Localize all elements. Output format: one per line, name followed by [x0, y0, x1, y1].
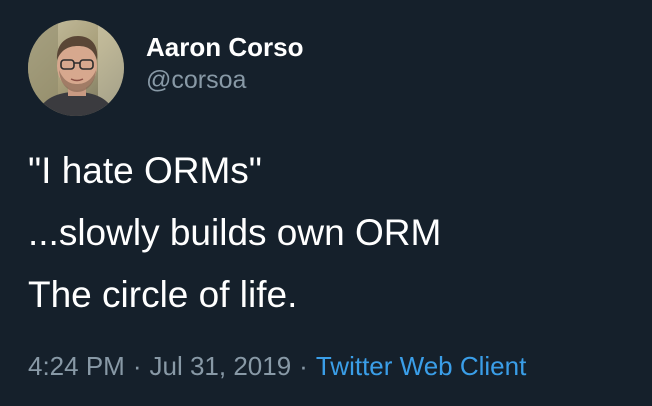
meta-separator: · — [132, 351, 142, 381]
tweet-time[interactable]: 4:24 PM — [28, 351, 125, 381]
avatar[interactable] — [28, 20, 124, 116]
tweet-text: "I hate ORMs" ...slowly builds own ORM T… — [28, 140, 628, 326]
user-avatar-icon — [28, 20, 124, 116]
tweet-text-line: "I hate ORMs" — [28, 150, 262, 191]
tweet-meta: 4:24 PM · Jul 31, 2019 · Twitter Web Client — [28, 346, 526, 386]
tweet-client-link[interactable]: Twitter Web Client — [316, 351, 526, 381]
tweet-header: Aaron Corso @corsoa — [28, 20, 303, 116]
meta-separator: · — [299, 351, 308, 381]
tweet-text-line: ...slowly builds own ORM — [28, 212, 442, 253]
author-handle[interactable]: @corsoa — [146, 63, 303, 97]
tweet-text-line: The circle of life. — [28, 274, 298, 315]
tweet-card: Aaron Corso @corsoa "I hate ORMs" ...slo… — [0, 0, 652, 406]
author-display-name[interactable]: Aaron Corso — [146, 31, 303, 63]
tweet-date[interactable]: Jul 31, 2019 — [150, 351, 292, 381]
author-names: Aaron Corso @corsoa — [146, 31, 303, 97]
